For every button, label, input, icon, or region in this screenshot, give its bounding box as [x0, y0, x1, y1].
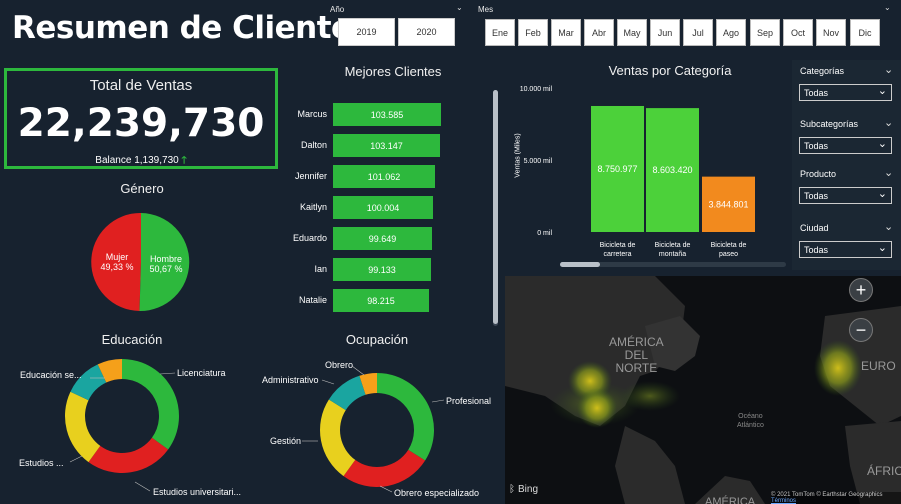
filter-label: Subcategorías	[800, 119, 859, 129]
map-label-europe: EURO	[861, 359, 896, 373]
map-label-north-america: AMÉRICA DEL NORTE	[609, 336, 664, 375]
x-tick-label: carretera	[603, 251, 631, 258]
filter-dropdown[interactable]: Todas ⌄	[799, 137, 892, 154]
heat-glow-east	[620, 381, 680, 411]
month-option-7[interactable]: Ago	[716, 19, 746, 46]
month-option-2[interactable]: Mar	[551, 19, 581, 46]
filter-label: Ciudad	[800, 223, 829, 233]
heat-spot-west-2	[577, 388, 617, 428]
map-label-oceano: Océano	[738, 413, 763, 420]
map-visual[interactable]: AMÉRICA DEL NORTE EURO ÁFRICA AMÉRICA Oc…	[505, 276, 901, 504]
map-background	[505, 276, 901, 504]
filter-label: Producto	[800, 169, 837, 179]
bar-value-label: 8.750.977	[597, 164, 637, 174]
heat-spot-europe	[814, 340, 862, 396]
map-label-africa: ÁFRICA	[867, 464, 901, 478]
filter-value: Todas	[804, 244, 829, 255]
y-tick-label: 5.000 mil	[524, 158, 553, 165]
category-bar-chart: 10.000 mil 5.000 mil 0 mil 8.750.977 Bicicle…	[520, 86, 755, 258]
chevron-down-icon[interactable]: ⌄	[884, 220, 893, 233]
bing-logo: ᛒ Bing	[509, 484, 538, 495]
x-tick-label: Bicicleta de	[600, 242, 636, 249]
chevron-down-icon: ⌄	[877, 241, 887, 254]
bing-icon: ᛒ	[509, 484, 515, 495]
filter-dropdown[interactable]: Todas ⌄	[799, 241, 892, 258]
map-label-norte: NORTE	[615, 361, 658, 375]
bar-value-label: 8.603.420	[652, 165, 692, 175]
category-chart-title: Ventas por Categoría	[608, 63, 732, 78]
filter-value: Todas	[804, 190, 829, 201]
chart-scrollbar[interactable]	[560, 262, 786, 267]
occupation-leader-lines	[302, 365, 445, 493]
bing-text: Bing	[518, 484, 539, 495]
month-option-9[interactable]: Oct	[783, 19, 813, 46]
chevron-down-icon[interactable]: ⌄	[884, 166, 893, 179]
month-option-3[interactable]: Abr	[584, 19, 614, 46]
x-tick-label: Bicicleta de	[711, 242, 747, 249]
zoom-in-button[interactable]: +	[849, 278, 873, 302]
map-label-atlantico: Atlántico	[737, 422, 764, 429]
filter-dropdown[interactable]: Todas ⌄	[799, 84, 892, 101]
month-option-1[interactable]: Feb	[518, 19, 548, 46]
month-option-8[interactable]: Sep	[750, 19, 780, 46]
map-label-ocean: Océano Atlántico	[737, 412, 764, 430]
month-option-6[interactable]: Jul	[683, 19, 713, 46]
chevron-down-icon: ⌄	[877, 187, 887, 200]
map-copyright: © 2021 TomTom © Earthstar Geographics Té…	[771, 492, 901, 504]
chart-scrollbar-thumb[interactable]	[560, 262, 600, 267]
y-tick-label: 0 mil	[537, 230, 552, 237]
chevron-down-icon[interactable]: ⌄	[884, 116, 893, 129]
month-option-10[interactable]: Nov	[816, 19, 846, 46]
chevron-down-icon[interactable]: ⌄	[884, 63, 893, 76]
filter-label: Categorías	[800, 66, 845, 76]
y-tick-label: 10.000 mil	[520, 86, 553, 93]
x-tick-label: montaña	[659, 251, 686, 258]
month-option-11[interactable]: Dic	[850, 19, 880, 46]
x-tick-label: paseo	[719, 251, 738, 258]
chevron-down-icon: ⌄	[877, 84, 887, 97]
zoom-out-button[interactable]: −	[849, 318, 873, 342]
map-land-central-america	[615, 426, 685, 504]
chevron-down-icon: ⌄	[877, 137, 887, 150]
chevron-down-icon[interactable]: ⌄	[884, 3, 891, 12]
x-tick-label: Bicicleta de	[655, 242, 691, 249]
month-option-4[interactable]: May	[617, 19, 647, 46]
map-terms-link[interactable]: Términos	[771, 498, 796, 504]
filter-value: Todas	[804, 140, 829, 151]
filter-value: Todas	[804, 87, 829, 98]
map-label-south-america: AMÉRICA	[705, 496, 756, 504]
bar-value-label: 3.844.801	[708, 199, 748, 209]
month-option-5[interactable]: Jun	[650, 19, 680, 46]
filter-dropdown[interactable]: Todas ⌄	[799, 187, 892, 204]
